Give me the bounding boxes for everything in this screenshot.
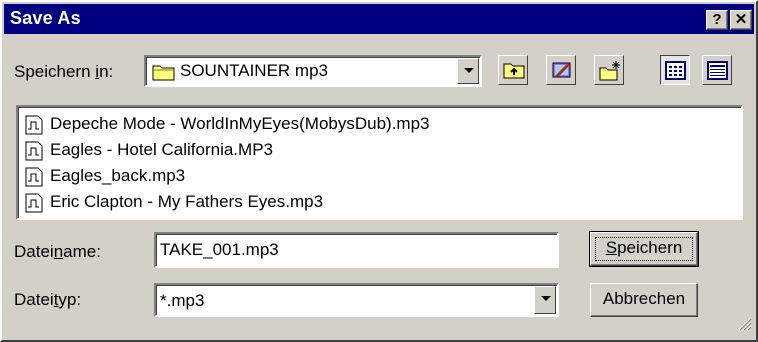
filename-label: Dateiname: <box>14 242 101 261</box>
save-in-dropdown-button[interactable] <box>457 58 479 84</box>
focus-rect <box>595 237 693 261</box>
save-in-value: SOUNTAINER mp3 <box>180 61 328 80</box>
save-in-combobox[interactable]: SOUNTAINER mp3 <box>144 55 482 87</box>
filename-value: TAKE_001.mp3 <box>160 240 279 259</box>
list-view-button[interactable] <box>660 55 690 85</box>
filetype-dropdown-button[interactable] <box>534 286 556 314</box>
desktop-button[interactable] <box>546 55 576 85</box>
file-name: Eagles_back.mp3 <box>50 166 186 185</box>
new-folder-button[interactable] <box>594 55 624 85</box>
file-name: Depeche Mode - WorldInMyEyes(MobysDub).m… <box>50 114 430 133</box>
filetype-combobox[interactable]: *.mp3 <box>154 283 559 317</box>
close-button[interactable]: ✕ <box>730 10 752 30</box>
filetype-value: *.mp3 <box>160 291 205 310</box>
window-title: Save As <box>10 8 81 28</box>
up-one-level-button[interactable] <box>498 55 528 85</box>
save-in-label: Speichern in: <box>14 62 114 81</box>
resize-grip-icon[interactable] <box>736 315 752 336</box>
filetype-label: Dateityp: <box>14 290 82 309</box>
file-name: Eric Clapton - My Fathers Eyes.mp3 <box>50 192 324 211</box>
title-bar[interactable]: Save As ? ✕ <box>4 4 754 34</box>
save-as-dialog: Save As ? ✕ Speichern in: SOUNTAINER mp3 <box>0 0 758 342</box>
folder-icon <box>152 62 176 87</box>
save-button[interactable]: Speichern <box>589 231 699 267</box>
file-list[interactable]: Depeche Mode - WorldInMyEyes(MobysDub).m… <box>16 105 743 220</box>
file-name: Eagles - Hotel California.MP3 <box>50 140 273 159</box>
help-button[interactable]: ? <box>706 10 728 30</box>
filename-input[interactable]: TAKE_001.mp3 <box>154 232 559 268</box>
details-view-button[interactable] <box>702 55 732 85</box>
cancel-button[interactable]: Abbrechen <box>590 283 698 317</box>
